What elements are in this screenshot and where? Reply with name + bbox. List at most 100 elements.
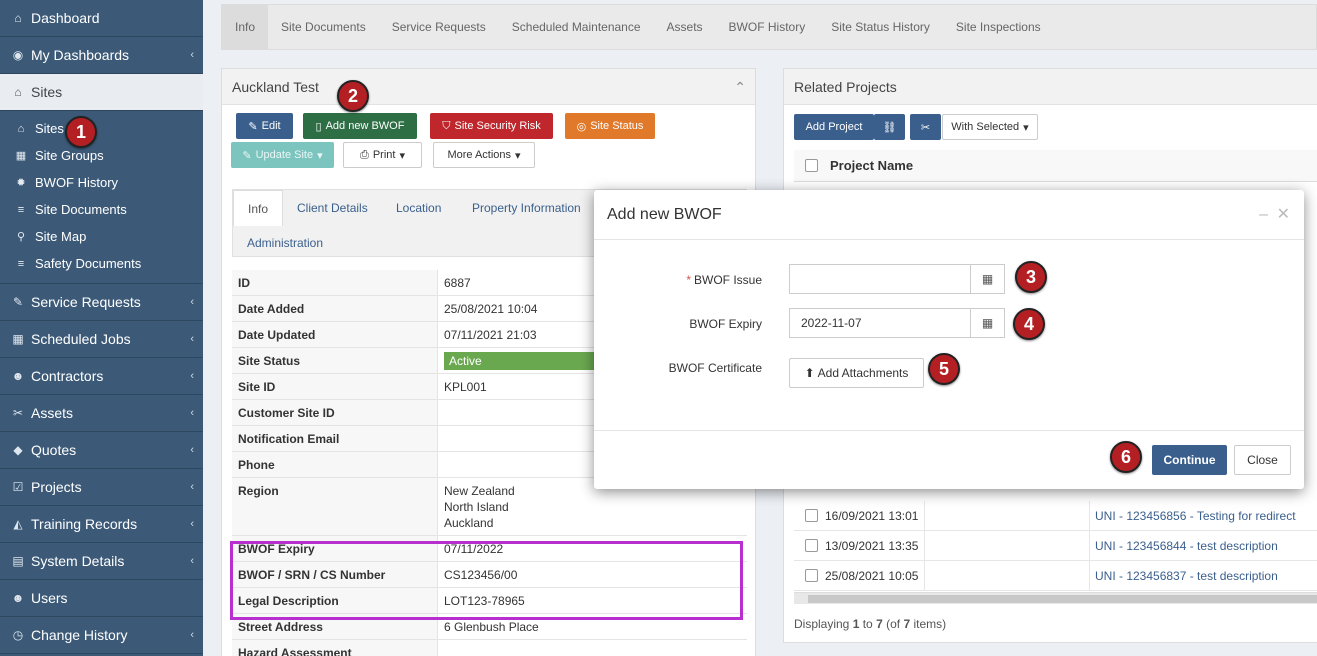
- chevron-left-icon: ‹: [190, 407, 194, 419]
- sidebar-item-service-requests[interactable]: ✎ Service Requests ‹: [0, 284, 203, 321]
- chevron-up-icon[interactable]: ⌃: [734, 69, 746, 105]
- tab-site-status-history[interactable]: Site Status History: [818, 5, 943, 49]
- pagination-text: (of: [882, 617, 904, 631]
- sidebar-item-label: My Dashboards: [31, 47, 130, 63]
- calendar-icon[interactable]: ▦: [970, 264, 1005, 294]
- row-project-link[interactable]: UNI - 123456844 - test description: [1090, 539, 1278, 553]
- row-label: Phone: [232, 452, 438, 477]
- sidebar-subitem-site-groups[interactable]: ▦ Site Groups: [0, 142, 203, 169]
- edit-button[interactable]: ✎ Edit: [236, 113, 293, 139]
- horizontal-scrollbar[interactable]: [794, 592, 1317, 604]
- caret-down-icon: ▾: [317, 149, 323, 162]
- map-marker-icon: ⚲: [16, 231, 26, 243]
- unlink-button[interactable]: ✂: [910, 114, 941, 140]
- row-spacer: [925, 531, 1090, 560]
- link-button[interactable]: ⛓: [874, 114, 905, 140]
- table-row[interactable]: 13/09/2021 13:35 UNI - 123456844 - test …: [794, 531, 1317, 561]
- row-label: Notification Email: [232, 426, 438, 451]
- sidebar-item-training-records[interactable]: ◭ Training Records ‹: [0, 506, 203, 543]
- sidebar-item-label: Service Requests: [31, 294, 141, 310]
- tab-assets[interactable]: Assets: [654, 5, 716, 49]
- add-project-button[interactable]: Add Project: [794, 114, 874, 140]
- tab-property-information[interactable]: Property Information: [472, 201, 581, 215]
- sidebar-item-contractors[interactable]: ☻ Contractors ‹: [0, 358, 203, 395]
- sidebar-subitem-site-documents[interactable]: ≡ Site Documents: [0, 196, 203, 223]
- sidebar-item-assets[interactable]: ✂ Assets ‹: [0, 395, 203, 432]
- column-header-project-name[interactable]: Project Name: [830, 158, 913, 173]
- table-row[interactable]: 25/08/2021 10:05 UNI - 123456837 - test …: [794, 561, 1317, 591]
- sidebar-item-dashboard[interactable]: ⌂ Dashboard: [0, 0, 203, 37]
- select-all-checkbox[interactable]: [805, 159, 818, 172]
- row-checkbox[interactable]: [805, 509, 818, 522]
- sidebar-subitem-bwof-history[interactable]: ✹ BWOF History: [0, 169, 203, 196]
- with-selected-dropdown[interactable]: With Selected ▾: [942, 114, 1038, 140]
- tab-service-requests[interactable]: Service Requests: [379, 5, 499, 49]
- update-site-dropdown[interactable]: ✎ Update Site ▾: [231, 142, 334, 168]
- scrollbar-thumb[interactable]: [808, 595, 1317, 603]
- sidebar-item-label: Change History: [31, 627, 128, 643]
- close-icon[interactable]: ✕: [1277, 190, 1290, 240]
- sidebar-item-users[interactable]: ☻ Users: [0, 580, 203, 617]
- calendar-icon[interactable]: ▦: [970, 308, 1005, 338]
- tab-location[interactable]: Location: [396, 201, 441, 215]
- row-value: [438, 640, 747, 656]
- close-button[interactable]: Close: [1234, 445, 1291, 475]
- sidebar-subitem-label: BWOF History: [35, 175, 119, 190]
- sidebar-subitem-sites[interactable]: ⌂ Sites: [0, 115, 203, 142]
- calendar-icon: ▦: [12, 332, 24, 346]
- continue-button[interactable]: Continue: [1152, 445, 1227, 475]
- callout-4: 4: [1013, 308, 1045, 340]
- row-checkbox[interactable]: [805, 569, 818, 582]
- sidebar-item-sites[interactable]: ⌂ Sites: [0, 74, 203, 111]
- tab-site-inspections[interactable]: Site Inspections: [943, 5, 1054, 49]
- add-new-bwof-button[interactable]: ▯ Add new BWOF: [303, 113, 417, 139]
- site-security-risk-button[interactable]: ⛉ Site Security Risk: [430, 113, 553, 139]
- callout-2: 2: [337, 80, 369, 112]
- tab-client-details[interactable]: Client Details: [297, 201, 368, 215]
- tab-administration[interactable]: Administration: [247, 236, 323, 250]
- building-icon: ▦: [15, 150, 27, 162]
- list-alt-icon: ▤: [12, 554, 24, 568]
- region-island: North Island: [444, 500, 509, 514]
- sidebar-item-label: Scheduled Jobs: [31, 331, 131, 347]
- status-badge: Active: [444, 352, 604, 370]
- sidebar-item-system-details[interactable]: ▤ System Details ‹: [0, 543, 203, 580]
- tab-info[interactable]: Info: [222, 5, 269, 49]
- row-project-link[interactable]: UNI - 123456837 - test description: [1090, 569, 1278, 583]
- tab-scheduled-maintenance[interactable]: Scheduled Maintenance: [499, 5, 654, 49]
- tab-bwof-history[interactable]: BWOF History: [716, 5, 819, 49]
- row-project-link[interactable]: UNI - 123456856 - Testing for redirect: [1090, 509, 1296, 523]
- tab-site-documents[interactable]: Site Documents: [268, 5, 379, 49]
- row-checkbox[interactable]: [805, 539, 818, 552]
- projects-rows: 16/09/2021 13:01 UNI - 123456856 - Testi…: [794, 501, 1317, 591]
- minimize-icon[interactable]: –: [1259, 190, 1268, 240]
- sidebar-item-my-dashboards[interactable]: ◉ My Dashboards ‹: [0, 37, 203, 74]
- sidebar-subitem-label: Site Groups: [35, 148, 104, 163]
- required-marker: *: [686, 273, 691, 287]
- sidebar-item-projects[interactable]: ☑ Projects ‹: [0, 469, 203, 506]
- sidebar-item-quotes[interactable]: ◆ Quotes ‹: [0, 432, 203, 469]
- table-row[interactable]: 16/09/2021 13:01 UNI - 123456856 - Testi…: [794, 501, 1317, 531]
- sidebar-sites-submenu: ⌂ Sites ▦ Site Groups ✹ BWOF History ≡ S…: [0, 111, 203, 284]
- add-attachments-label: Add Attachments: [817, 366, 909, 380]
- site-title: Auckland Test: [232, 79, 319, 95]
- tab-info-detail[interactable]: Info: [233, 190, 283, 226]
- modal-title: Add new BWOF: [607, 206, 722, 223]
- row-label: Site ID: [232, 374, 438, 399]
- more-actions-dropdown[interactable]: More Actions ▾: [433, 142, 535, 168]
- chevron-left-icon: ‹: [190, 518, 194, 530]
- print-dropdown[interactable]: ⎙ Print ▾: [343, 142, 422, 168]
- shield-icon: ⛉: [442, 119, 451, 132]
- home-icon: ⌂: [17, 122, 25, 135]
- bwof-expiry-input[interactable]: 2022-11-07: [789, 308, 971, 338]
- bwof-issue-input[interactable]: [789, 264, 971, 294]
- sidebar-subitem-label: Sites: [35, 121, 64, 136]
- pagination-text: items): [910, 617, 947, 631]
- sidebar-subitem-site-map[interactable]: ⚲ Site Map: [0, 223, 203, 250]
- users-icon: ☻: [11, 369, 25, 383]
- sidebar-item-change-history[interactable]: ◷ Change History ‹: [0, 617, 203, 654]
- sidebar-item-scheduled-jobs[interactable]: ▦ Scheduled Jobs ‹: [0, 321, 203, 358]
- sidebar-subitem-safety-documents[interactable]: ≡ Safety Documents: [0, 250, 203, 277]
- add-attachments-button[interactable]: ⬆ Add Attachments: [789, 358, 924, 388]
- site-status-button[interactable]: ◎ Site Status: [565, 113, 655, 139]
